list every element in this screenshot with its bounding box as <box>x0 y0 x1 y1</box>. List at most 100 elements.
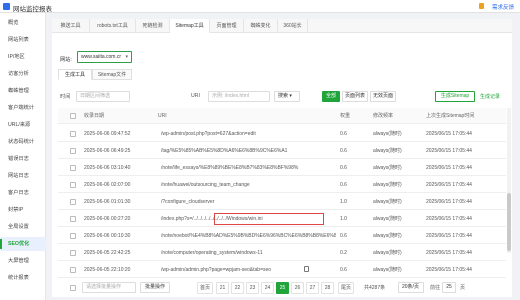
uri-input[interactable]: 示例: /index.html <box>208 91 270 102</box>
column-header[interactable]: 权重 <box>340 108 362 124</box>
date-range-input[interactable]: 日期区间筛选 <box>76 91 130 102</box>
sidebar-item[interactable]: URL/来源 <box>0 118 46 132</box>
pagination-first[interactable]: 首页 <box>197 282 213 294</box>
cell-weight: 0.6 <box>340 182 347 188</box>
cell-weight: 0.6 <box>340 233 347 239</box>
cell-last: 2025/06/15 17:05:44 <box>426 250 472 256</box>
cell-uri[interactable]: /index.php?s=/../../../../../../../../Wi… <box>161 211 336 227</box>
cell-uri[interactable]: /?configure_cloudserver <box>161 194 336 210</box>
tab[interactable]: 死链检测 <box>136 19 170 33</box>
batch-action-button[interactable]: 批量操作 <box>140 282 170 293</box>
sidebar-item[interactable]: 客户端统计 <box>0 101 46 115</box>
scrollbar-thumb[interactable] <box>507 193 511 251</box>
cell-date: 2025-06-06 01:01:30 <box>84 199 131 205</box>
cell-uri[interactable]: /note/noebot/%E4%B8%AD%E5%9B%BD%E6%96%BC… <box>161 228 336 244</box>
cell-date: 2025-06-05 22:10:20 <box>84 267 131 273</box>
pagination-page[interactable]: 27 <box>306 282 319 294</box>
pagination-page[interactable]: 28 <box>321 282 334 294</box>
tab[interactable]: 推送工具 <box>52 19 90 33</box>
tab[interactable]: 页面管理 <box>210 19 244 33</box>
cell-last: 2025/06/15 17:05:44 <box>426 233 472 239</box>
search-type-select[interactable]: 搜索 ▾ <box>274 91 300 102</box>
cell-weight: 1.0 <box>340 199 347 205</box>
site-select[interactable]: www.saiita.com.cr ▾ <box>77 51 132 63</box>
feedback-icon[interactable] <box>479 3 484 9</box>
column-header[interactable]: URI <box>158 108 333 124</box>
column-header[interactable]: 上次生成Sitemap时间 <box>426 108 504 124</box>
copy-icon[interactable] <box>304 266 309 272</box>
sidebar-item[interactable]: 全局设置 <box>0 220 46 234</box>
sidebar-item[interactable]: SEO优化 <box>0 237 46 251</box>
column-header[interactable]: 修改频率 <box>373 108 413 124</box>
sidebar-item[interactable]: 客户日志 <box>0 186 46 200</box>
cell-freq: always(随时) <box>373 148 402 154</box>
sidebar-item[interactable]: 状态码统计 <box>0 135 46 149</box>
subtab-generate-tool[interactable]: 生成工具 <box>58 69 92 80</box>
sidebar-item[interactable]: 访客分析 <box>0 67 46 81</box>
row-checkbox[interactable] <box>70 250 76 256</box>
generate-sitemap-button[interactable]: 生成Sitemap <box>435 91 475 102</box>
pagination-page[interactable]: 22 <box>231 282 244 294</box>
cell-weight: 1.0 <box>340 216 347 222</box>
filter-page-list-button[interactable]: 页面列表 <box>342 91 368 102</box>
cell-uri[interactable]: /wp-admin/post.php?post=627&action=edit <box>161 126 336 142</box>
cell-last: 2025/06/15 17:05:44 <box>426 131 472 137</box>
goto-page-input[interactable]: 25 <box>442 282 456 293</box>
tab[interactable]: 360站长 <box>278 19 308 33</box>
subtab-sitemap-file[interactable]: Sitemap文件 <box>92 69 132 80</box>
cell-uri[interactable]: /note/huawei/outsourcing_team_change <box>161 177 336 193</box>
sidebar-item[interactable]: IP/地区 <box>0 50 46 64</box>
generate-log-link[interactable]: 生成记录 <box>480 93 500 100</box>
sidebar-item[interactable]: 大屏管理 <box>0 254 46 268</box>
tab[interactable]: robots.txt工具 <box>90 19 136 33</box>
cell-uri[interactable]: /wp-admin/admin.php?page=wpjam-seo&tab=s… <box>161 262 336 278</box>
row-checkbox[interactable] <box>70 233 76 239</box>
cell-date: 2025-06-05 22:42:25 <box>84 250 131 256</box>
cell-last: 2025/06/15 17:05:44 <box>426 165 472 171</box>
per-page-select[interactable]: 20条/页 <box>398 282 424 293</box>
cell-date: 2025-06-06 00:10:30 <box>84 233 131 239</box>
tab-bar: 推送工具 robots.txt工具 死链检测 Sitemap工具 页面管理 蜘蛛变化 360… <box>52 19 512 33</box>
pagination-page[interactable]: 26 <box>291 282 304 294</box>
column-header[interactable]: 收录日期 <box>84 108 154 124</box>
pagination-page[interactable]: 23 <box>246 282 259 294</box>
cell-uri[interactable]: /note/life_essays/%E8%89%BE%E8%B7%83%E8%… <box>161 160 336 176</box>
sidebar-item[interactable]: 蜘蛛管理 <box>0 84 46 98</box>
row-checkbox[interactable] <box>70 216 76 222</box>
sidebar-item[interactable]: 错误日志 <box>0 152 46 166</box>
filter-invalid-page-button[interactable]: 无效页面 <box>370 91 396 102</box>
filter-all-button[interactable]: 全部 <box>322 91 340 102</box>
cell-date: 2025-06-06 09:47:52 <box>84 131 131 137</box>
table-row: 2025-06-05 22:42:25/note/computer/operat… <box>58 245 506 261</box>
row-checkbox[interactable] <box>70 148 76 154</box>
tab[interactable]: 蜘蛛变化 <box>244 19 278 33</box>
sidebar-item[interactable]: 概览 <box>0 16 46 30</box>
pagination-page[interactable]: 25 <box>276 282 289 294</box>
sidebar-item[interactable]: 封禁IP <box>0 203 46 217</box>
batch-action-select[interactable]: 请选择批量操作 <box>82 282 136 293</box>
select-all-checkbox[interactable] <box>70 285 76 291</box>
row-checkbox[interactable] <box>70 165 76 171</box>
chevron-down-icon: ▾ <box>125 54 128 60</box>
cell-uri[interactable]: /tag/%E5%85%AB%E5%8D%A6%E6%8B%9C%E6%A1 <box>161 143 336 159</box>
row-checkbox[interactable] <box>70 131 76 137</box>
feedback-link[interactable]: 需求反馈 <box>492 3 514 11</box>
search-select-value: 搜索 <box>278 93 289 99</box>
header-checkbox[interactable] <box>70 113 76 119</box>
tab[interactable]: Sitemap工具 <box>170 19 210 33</box>
sidebar-item[interactable]: 网站列表 <box>0 33 46 47</box>
cell-uri[interactable]: /note/computer/operating_system/windows-… <box>161 245 336 261</box>
sidebar-item[interactable]: 网站日志 <box>0 169 46 183</box>
pagination-total: 共4287条 <box>364 285 386 291</box>
cell-last: 2025/06/15 17:05:44 <box>426 182 472 188</box>
row-checkbox[interactable] <box>70 267 76 273</box>
table-scrollbar[interactable] <box>507 108 511 253</box>
logo-icon <box>3 3 10 10</box>
pagination-page[interactable]: 24 <box>261 282 274 294</box>
sidebar-item[interactable]: 统计报表 <box>0 271 46 285</box>
row-checkbox[interactable] <box>70 199 76 205</box>
pagination-last[interactable]: 尾页 <box>338 282 354 294</box>
row-checkbox[interactable] <box>70 182 76 188</box>
site-label: 网站: <box>60 57 72 63</box>
pagination-page[interactable]: 21 <box>216 282 229 294</box>
